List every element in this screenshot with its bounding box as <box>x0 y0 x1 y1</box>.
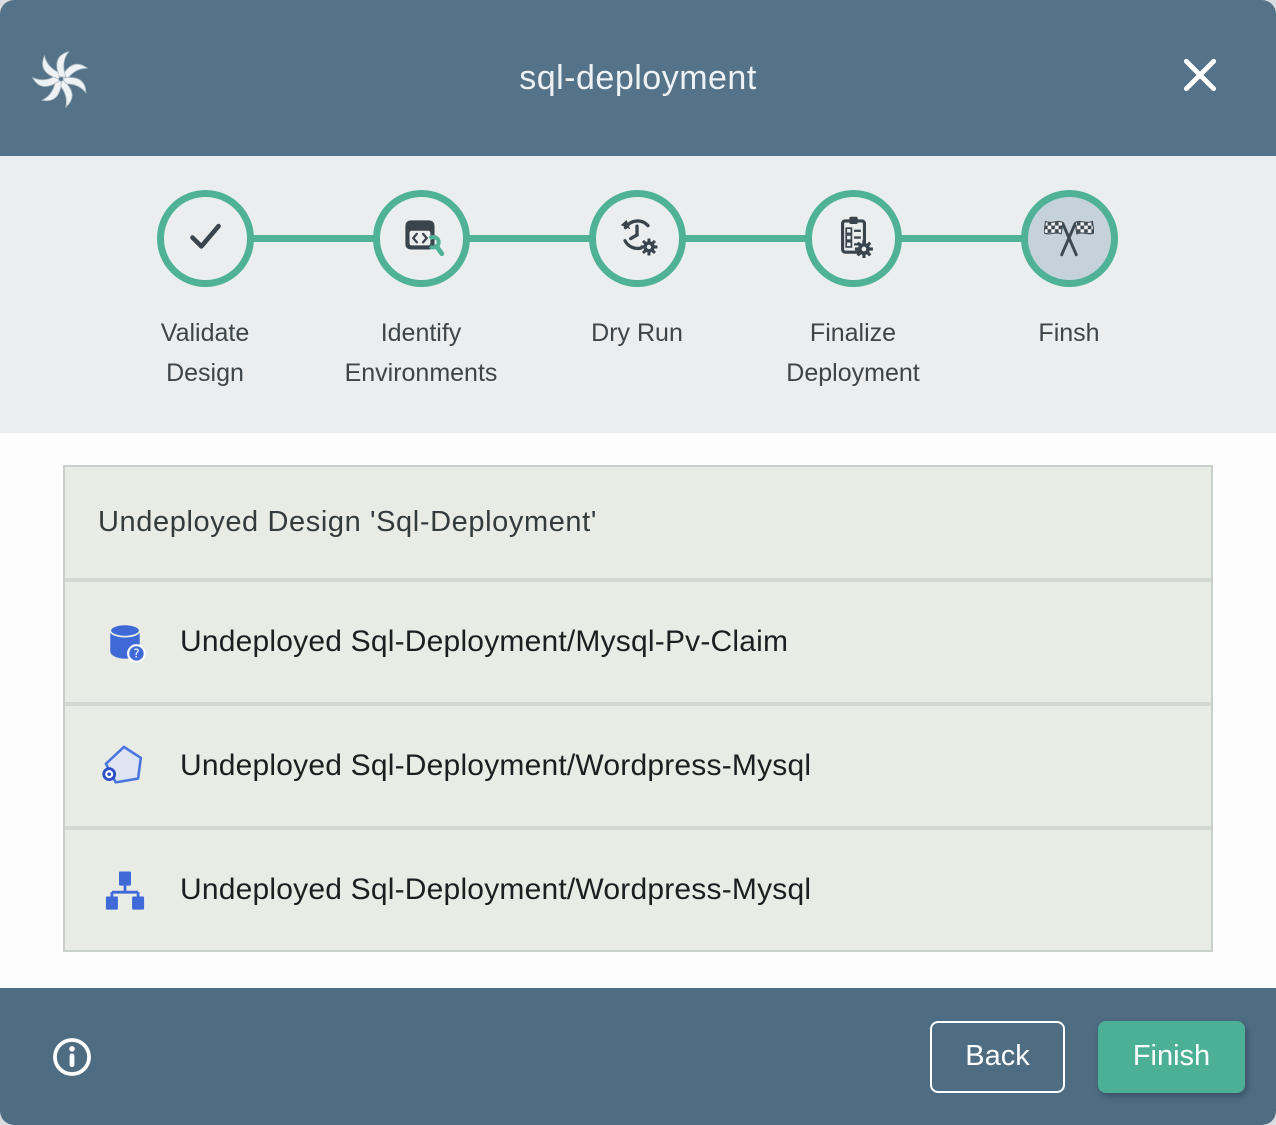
spiral-logo-icon <box>32 50 90 108</box>
step-identify-environments: Identify Environments <box>313 156 529 433</box>
deployment-log-panel: Undeployed Design 'Sql-Deployment' ? Und… <box>63 465 1213 952</box>
log-row-design: Undeployed Design 'Sql-Deployment' <box>65 467 1211 578</box>
log-row: Undeployed Sql-Deployment/Wordpress-Mysq… <box>65 826 1211 950</box>
check-icon <box>180 211 230 266</box>
deployment-wizard-modal: sql-deployment Validate Desi <box>0 0 1276 1125</box>
sync-gear-icon <box>612 211 662 266</box>
info-button[interactable] <box>50 1035 94 1079</box>
svg-text:?: ? <box>133 647 139 661</box>
log-row-text: Undeployed Sql-Deployment/Wordpress-Mysq… <box>180 873 811 907</box>
hierarchy-icon <box>101 866 149 914</box>
close-button[interactable] <box>1176 52 1224 100</box>
step-label: Finalize Deployment <box>768 313 938 393</box>
step-finish: Finsh <box>961 156 1177 433</box>
log-row-text: Undeployed Sql-Deployment/Mysql-Pv-Claim <box>180 625 788 659</box>
back-button[interactable]: Back <box>930 1021 1065 1093</box>
step-label: Validate Design <box>120 313 290 393</box>
log-row-text: Undeployed Sql-Deployment/Wordpress-Mysq… <box>180 749 811 783</box>
code-window-wrench-icon <box>396 211 446 266</box>
pentagon-icon <box>101 742 149 790</box>
deployment-log: Undeployed Design 'Sql-Deployment' ? Und… <box>0 433 1276 988</box>
step-label: Finsh <box>984 313 1154 353</box>
modal-title: sql-deployment <box>0 59 1276 98</box>
step-label: Dry Run <box>552 313 722 353</box>
modal-header: sql-deployment <box>0 0 1276 156</box>
step-finalize-deployment: Finalize Deployment <box>745 156 961 433</box>
step-validate-design: Validate Design <box>97 156 313 433</box>
finish-button[interactable]: Finish <box>1098 1021 1245 1093</box>
log-row: Undeployed Sql-Deployment/Wordpress-Mysq… <box>65 702 1211 826</box>
modal-footer: Back Finish <box>0 988 1276 1125</box>
log-design-text: Undeployed Design 'Sql-Deployment' <box>98 506 597 539</box>
stepper: Validate Design Identify Environment <box>0 156 1276 433</box>
checkered-flags-icon <box>1044 211 1094 266</box>
close-icon <box>1179 54 1221 99</box>
database-icon: ? <box>101 618 149 666</box>
clipboard-gear-icon <box>828 211 878 266</box>
step-dry-run: Dry Run <box>529 156 745 433</box>
log-row: ? Undeployed Sql-Deployment/Mysql-Pv-Cla… <box>65 578 1211 702</box>
step-label: Identify Environments <box>336 313 506 393</box>
info-icon <box>50 1067 94 1082</box>
